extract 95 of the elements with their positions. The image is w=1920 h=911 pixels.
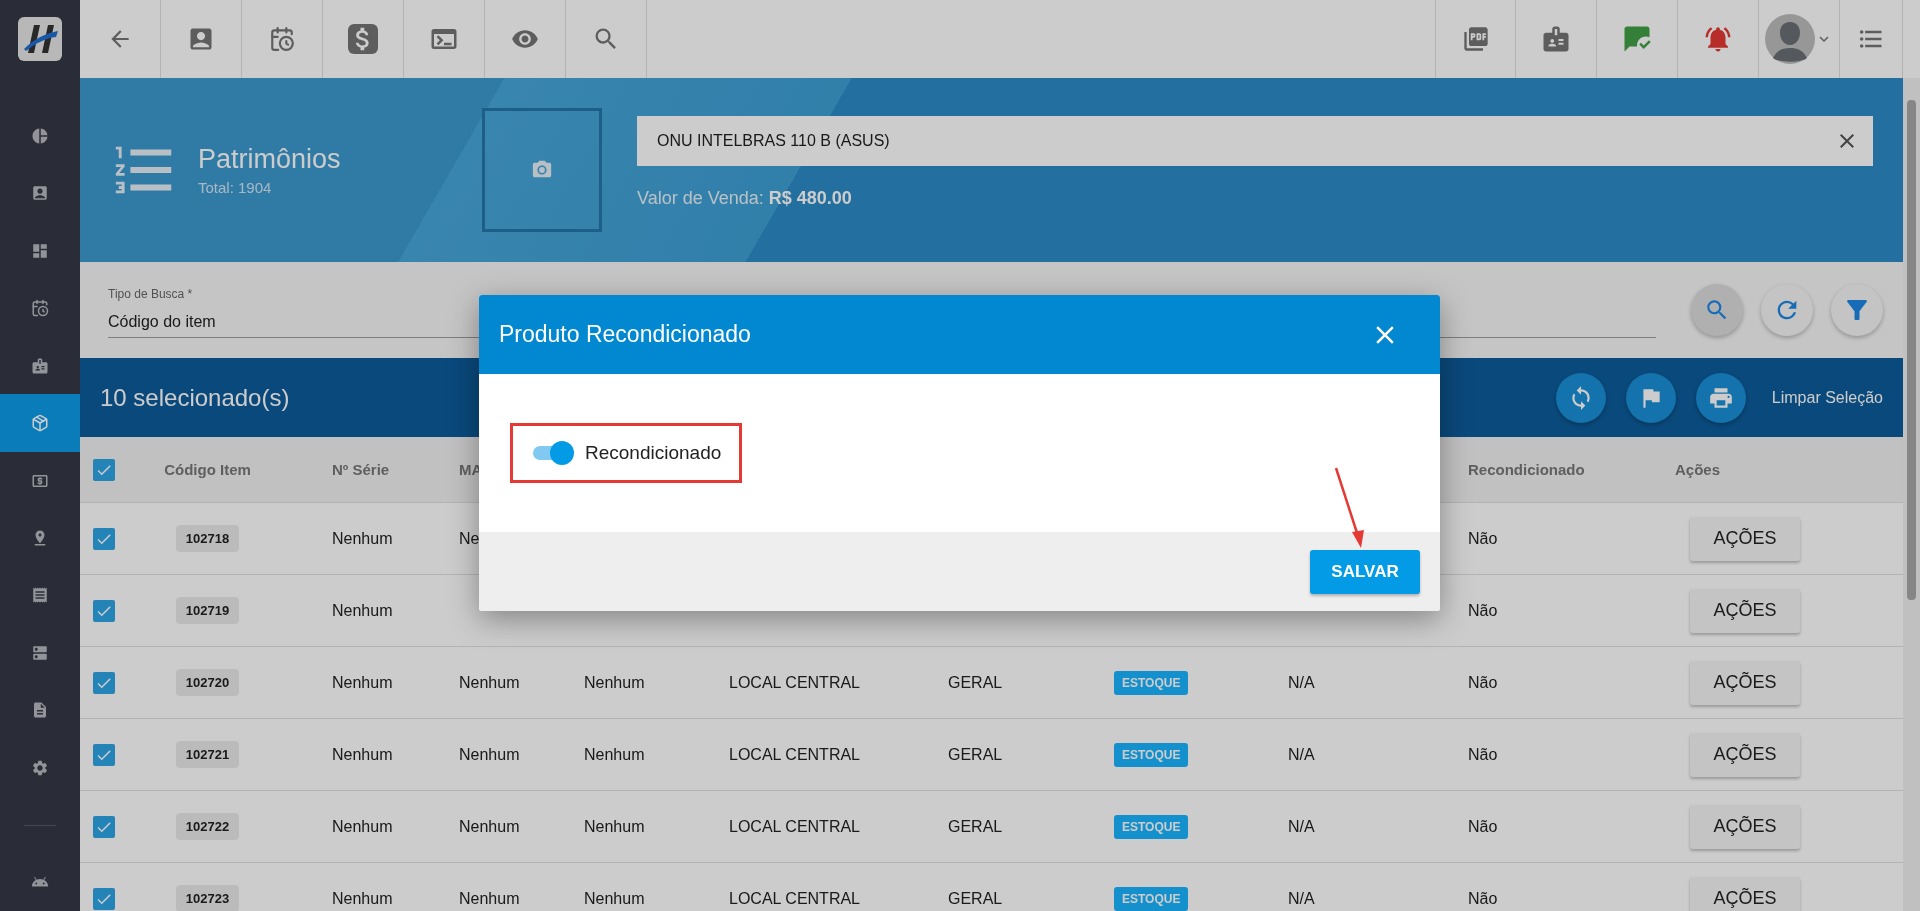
table-cell-text: Nenhum <box>584 745 646 764</box>
selected-count: 10 selecionado(s) <box>100 383 291 412</box>
item-code: 102722 <box>175 813 240 840</box>
table-cell-text: GERAL <box>948 745 1004 764</box>
actions-button[interactable]: AÇÕES <box>1690 804 1800 849</box>
table-cell-text: Não <box>1468 673 1499 692</box>
toggle-label: Recondicionado <box>585 442 722 464</box>
table-cell-text: Nenhum <box>331 745 394 764</box>
status-badge: ESTOQUE <box>1114 670 1189 695</box>
item-code: 102723 <box>175 885 240 911</box>
scrollbar[interactable] <box>1903 78 1920 911</box>
actions-button[interactable]: AÇÕES <box>1690 876 1800 911</box>
refresh-button[interactable] <box>1761 284 1813 336</box>
dollar-icon[interactable] <box>348 24 378 54</box>
column-header: Recondicionado <box>1468 461 1586 478</box>
logo-icon[interactable] <box>18 17 62 61</box>
table-cell-text: N/A <box>1288 673 1316 692</box>
calendar-clock-icon[interactable] <box>269 26 295 52</box>
actions-button[interactable]: AÇÕES <box>1690 516 1800 561</box>
avatar-icon[interactable] <box>1765 14 1815 64</box>
table-cell-text: Nenhum <box>459 745 521 764</box>
actions-button[interactable]: AÇÕES <box>1690 732 1800 777</box>
table-cell-text: GERAL <box>948 889 1004 908</box>
table-cell-text: Não <box>1468 889 1499 908</box>
table-cell-text: N/A <box>1288 745 1316 764</box>
select-all-checkbox[interactable] <box>93 458 115 481</box>
table-cell-text: Não <box>1468 817 1499 836</box>
package-icon <box>31 414 49 433</box>
filter-button[interactable] <box>1831 284 1883 336</box>
product-field[interactable]: ONU INTELBRAS 110 B (ASUS) <box>637 115 1873 166</box>
column-header: Ações <box>1675 461 1722 478</box>
table-cell-text: Não <box>1468 601 1499 620</box>
flag-button[interactable] <box>1625 372 1676 423</box>
table-cell-text: Nenhum <box>331 601 394 620</box>
dashboard-icon <box>31 241 49 260</box>
pdf-icon[interactable] <box>1461 25 1490 53</box>
chat-check-icon[interactable] <box>1622 24 1652 54</box>
table-cell-text: Nenhum <box>584 889 646 908</box>
table-cell-text: Nenhum <box>459 817 521 836</box>
table-cell-text: GERAL <box>948 673 1004 692</box>
sale-price: Valor de Venda: R$ 480.00 <box>637 187 853 209</box>
row-checkbox[interactable] <box>93 527 115 550</box>
server-icon <box>31 643 49 662</box>
status-badge: ESTOQUE <box>1114 814 1189 839</box>
actions-button[interactable]: AÇÕES <box>1690 660 1800 705</box>
item-code: 102721 <box>175 741 240 768</box>
receipt-icon <box>31 586 49 605</box>
table-cell-text: Nenhum <box>459 673 521 692</box>
product-name: ONU INTELBRAS 110 B (ASUS) <box>657 131 890 150</box>
status-badge: ESTOQUE <box>1114 886 1189 911</box>
table-cell-text: Não <box>1468 745 1499 764</box>
table-cell-text: Ne <box>459 529 481 548</box>
print-button[interactable] <box>1695 372 1746 423</box>
pie-chart-icon <box>31 126 49 145</box>
table-cell-text: Nenhum <box>331 817 394 836</box>
row-checkbox[interactable] <box>93 815 115 838</box>
table-cell-text: Nenhum <box>331 673 394 692</box>
total-count: Total: 1904 <box>198 179 273 196</box>
row-checkbox[interactable] <box>93 671 115 694</box>
table-cell-text: Não <box>1468 529 1499 548</box>
badge-icon <box>31 356 49 375</box>
item-code: 102719 <box>175 597 240 624</box>
table-cell-text: LOCAL CENTRAL <box>729 889 861 908</box>
document-icon <box>31 701 49 720</box>
row-checkbox[interactable] <box>93 887 115 910</box>
search-button[interactable] <box>1691 284 1743 336</box>
page-title: Patrimônios <box>198 144 341 175</box>
badge-icon[interactable] <box>1541 24 1571 54</box>
status-badge: ESTOQUE <box>1114 742 1189 767</box>
table-cell-text: LOCAL CENTRAL <box>729 817 861 836</box>
table-cell-text: Nenhum <box>459 889 521 908</box>
table-cell-text: Nenhum <box>584 673 646 692</box>
actions-button[interactable]: AÇÕES <box>1690 588 1800 633</box>
table-cell-text: N/A <box>1288 889 1316 908</box>
contact-icon <box>31 184 49 203</box>
table-cell-text: GERAL <box>948 817 1004 836</box>
table-cell-text: N/A <box>1288 817 1316 836</box>
settings-icon <box>31 758 49 777</box>
column-header: Código Item <box>164 461 251 478</box>
row-checkbox[interactable] <box>93 599 115 622</box>
table-cell-text: LOCAL CENTRAL <box>729 673 861 692</box>
item-code: 102720 <box>175 669 240 696</box>
sync-button[interactable] <box>1555 372 1606 423</box>
row-checkbox[interactable] <box>93 743 115 766</box>
column-header: Nº Série <box>331 461 391 478</box>
bell-icon[interactable] <box>1703 24 1733 54</box>
item-code: 102718 <box>175 525 240 552</box>
dialog-title: Produto Recondicionado <box>499 321 751 348</box>
table-cell-text: LOCAL CENTRAL <box>729 745 861 764</box>
table-cell-text: Nenhum <box>584 817 646 836</box>
table-cell-text: Nenhum <box>331 529 394 548</box>
toggle-switch[interactable] <box>531 440 575 466</box>
clear-selection-link[interactable]: Limpar Seleção <box>1771 388 1883 407</box>
calendar-clock-icon <box>31 299 49 318</box>
table-cell-text: Nenhum <box>331 889 394 908</box>
